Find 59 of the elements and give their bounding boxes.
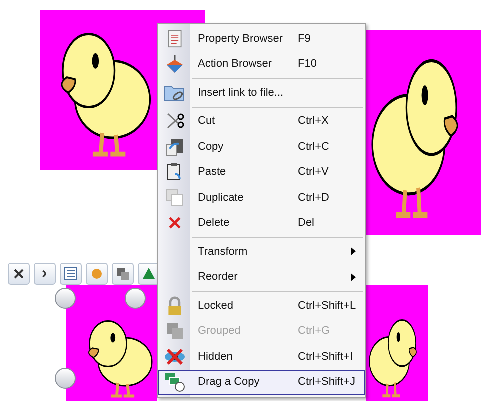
menu-item[interactable]: Duplicate Ctrl+D [158,185,365,210]
menu-item-label: Grouped [198,324,242,339]
menu-item-label: Transform [198,244,249,260]
list-icon [64,267,78,281]
menu-item-label: Cut [198,114,216,129]
shortcut-text: F10 [298,57,317,72]
scissors-icon [165,111,185,132]
menu-item-label: Copy [198,140,225,154]
menu-item-label: Hidden [198,350,234,364]
menu-item-label: Paste [198,165,228,180]
shortcut-text: Ctrl+Shift+J [298,375,356,390]
menu-item-label: Locked [198,298,234,314]
toolbar-button[interactable] [34,263,56,285]
shortcut-text: Ctrl+Shift+I [298,350,354,364]
menu-item-label: Reorder [198,270,239,285]
menu-item-label: Property Browser [198,32,284,46]
menu-item-label: Duplicate [198,190,245,206]
duplicate-icon [165,188,185,208]
menu-item[interactable]: Hidden Ctrl+Shift+I [158,344,365,370]
submenu-arrow-icon [351,247,356,256]
shortcut-text: Del [298,216,315,231]
hidden-eye-icon [164,346,186,367]
menu-item[interactable]: Cut Ctrl+X [158,108,365,134]
close-icon [14,269,24,279]
menu-item-label: Insert link to file... [198,86,285,100]
shortcut-text: Ctrl+Shift+L [298,298,356,314]
menu-item[interactable]: Paste Ctrl+V [158,160,365,185]
menu-item[interactable]: Reorder [158,264,365,290]
padlock-icon [166,294,184,317]
shortcut-text: F9 [298,32,311,46]
menu-item[interactable]: Action Browser F10 [158,52,365,77]
menu-item[interactable]: Property Browser F9 [158,26,365,52]
spinning-top-icon [165,54,185,74]
shortcut-text: Ctrl+X [298,114,329,129]
menu-item[interactable]: Transform [158,239,365,264]
drag-copy-icon [164,372,186,392]
resize-handle[interactable] [55,368,76,389]
triangle-icon [142,267,156,281]
group-icon [116,267,130,281]
close-icon [168,216,182,230]
group-icon [165,321,185,342]
shortcut-text: Ctrl+D [298,190,330,206]
shortcut-text: Ctrl+C [298,140,330,154]
menu-item[interactable]: Delete Del [158,210,365,236]
resize-handle[interactable] [55,288,76,309]
menu-item[interactable]: Drag a Copy Ctrl+Shift+J [158,370,365,395]
shortcut-text: Ctrl+G [298,324,330,339]
menu-item-label: Action Browser [198,57,273,72]
menu-item[interactable]: Locked Ctrl+Shift+L [158,293,365,318]
shortcut-text: Ctrl+V [298,165,329,180]
toolbar-button[interactable] [112,263,134,285]
menu-item[interactable]: Insert link to file... [158,80,365,106]
menu-item[interactable]: Copy Ctrl+C [158,134,365,160]
menu-item-label: Drag a Copy [198,375,261,390]
document-icon [166,28,184,49]
toolbar-button[interactable] [8,263,30,285]
menu-item-label: Delete [198,216,231,231]
copy-icon [165,136,185,157]
submenu-arrow-icon [351,272,356,282]
